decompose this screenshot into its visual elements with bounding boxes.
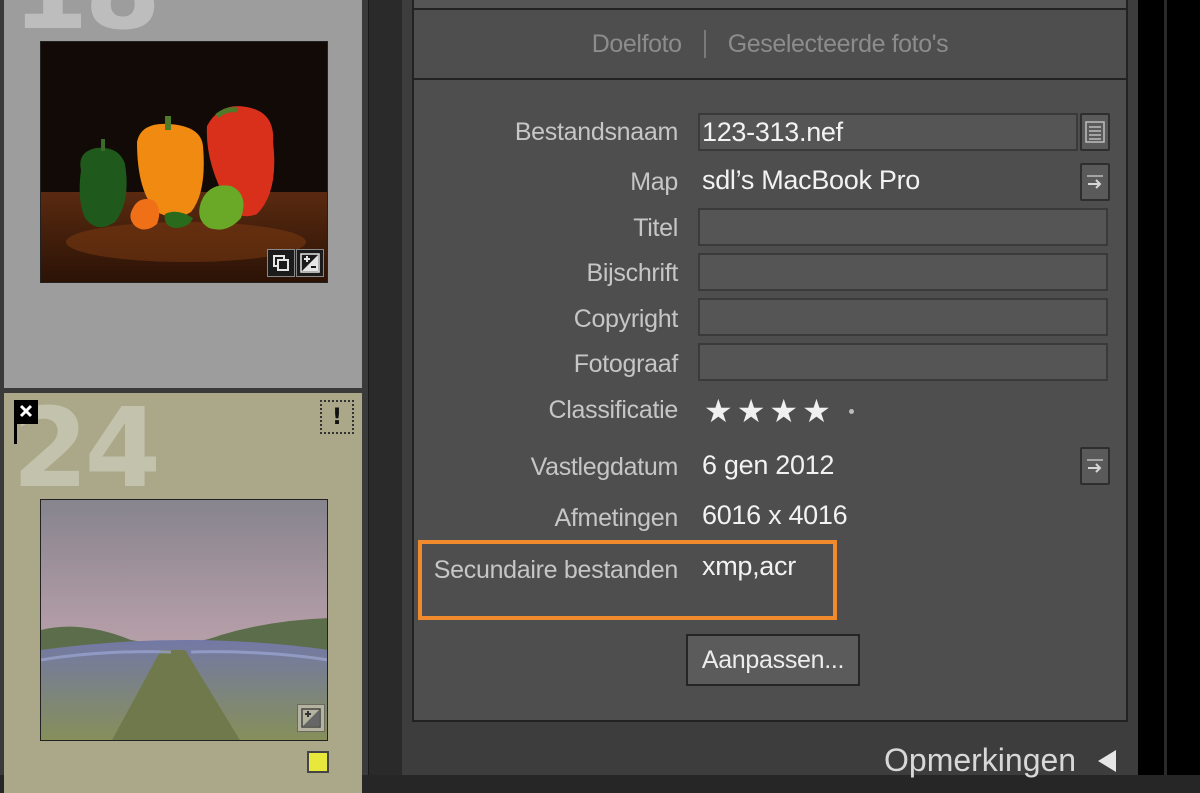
rename-list-button[interactable] [1080, 113, 1110, 151]
panel-top-edge [414, 0, 1126, 10]
capture-date-filter-button[interactable] [1080, 447, 1110, 485]
dimensions-value: 6016 x 4016 [702, 500, 848, 530]
metadata-panel: Doelfoto Geselecteerde foto's Bestandsna… [412, 0, 1128, 722]
customize-button[interactable]: Aanpassen... [686, 634, 860, 686]
capture-date-label: Vastlegdatum [530, 453, 679, 481]
library-grid: 18 [0, 0, 368, 793]
panel-divider [368, 0, 403, 775]
peppers-image [41, 42, 327, 282]
title-label: Titel [633, 214, 678, 242]
grid-cell[interactable]: 18 [4, 0, 362, 388]
thumbnail-badges [297, 704, 325, 732]
title-input[interactable] [698, 208, 1108, 246]
star-icon[interactable]: ★ [704, 395, 733, 427]
photo-thumbnail-field[interactable] [40, 499, 328, 741]
filename-value: 123-313.nef [702, 117, 843, 147]
tab-separator [703, 30, 706, 58]
rating-label: Classificatie [548, 396, 679, 424]
highlight-annotation [418, 540, 837, 620]
list-icon [1085, 121, 1105, 143]
photo-thumbnail-peppers[interactable] [40, 41, 328, 283]
go-to-folder-button[interactable] [1080, 163, 1110, 201]
caption-input[interactable] [698, 253, 1108, 291]
copyright-input[interactable] [698, 298, 1108, 336]
dimensions-label: Afmetingen [554, 504, 679, 532]
tab-selected-photos[interactable]: Geselecteerde foto's [728, 30, 949, 59]
reject-flag-icon[interactable] [14, 400, 38, 444]
panel-edge [1138, 0, 1200, 775]
tab-target-photo[interactable]: Doelfoto [592, 30, 682, 59]
develop-adjustments-icon[interactable] [296, 249, 324, 277]
star-icon[interactable]: ★ [769, 395, 798, 427]
folder-label: Map [630, 168, 678, 196]
star-icon[interactable]: ★ [802, 395, 831, 427]
panel-collapse-triangle-icon[interactable] [1098, 750, 1116, 772]
panel-edge-line [1164, 0, 1167, 775]
thumbnail-badges [267, 249, 324, 277]
star-icon[interactable]: ★ [737, 395, 766, 427]
folder-value: sdl’s MacBook Pro [702, 165, 920, 195]
star-rating[interactable]: ★ ★ ★ ★ [704, 395, 854, 427]
target-tabs: Doelfoto Geselecteerde foto's [414, 10, 1126, 80]
filename-label: Bestandsnaam [514, 118, 678, 146]
capture-date-value: 6 gen 2012 [702, 450, 835, 480]
stack-icon[interactable] [267, 249, 295, 277]
creator-input[interactable] [698, 343, 1108, 381]
develop-adjustments-icon[interactable] [297, 704, 325, 732]
caption-label: Bijschrift [586, 259, 679, 287]
empty-star-dot[interactable] [848, 408, 854, 414]
comments-panel-header[interactable]: Opmerkingen [884, 742, 1076, 779]
color-label-yellow[interactable] [307, 751, 329, 773]
arrow-right-icon [1087, 459, 1103, 473]
field-image [41, 500, 327, 740]
grid-cell-selected[interactable]: 24 ! [4, 393, 362, 793]
cell-index-number: 18 [12, 0, 161, 45]
arrow-right-icon [1087, 175, 1103, 189]
creator-label: Fotograaf [573, 350, 679, 378]
copyright-label: Copyright [573, 305, 679, 333]
missing-file-warning-icon[interactable]: ! [320, 400, 354, 434]
